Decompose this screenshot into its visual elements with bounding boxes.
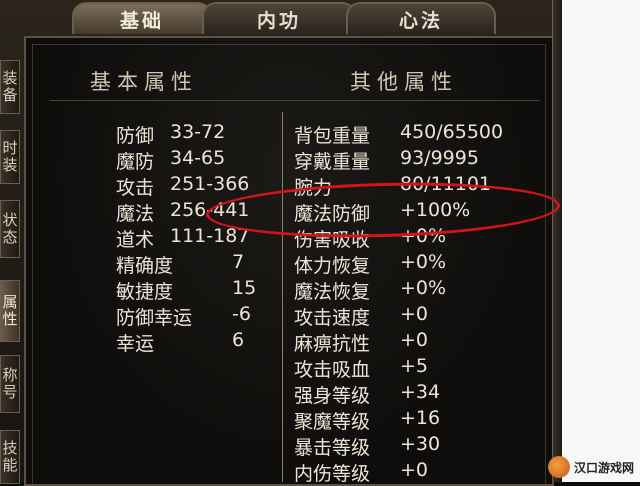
side-tab-attributes[interactable]: 属性 — [0, 280, 20, 342]
stat-name: 攻击吸血 — [294, 359, 371, 381]
stat-row: 幸运 6 — [116, 329, 244, 356]
side-tab-title[interactable]: 称号 — [0, 355, 20, 413]
stat-value: 7 — [232, 251, 245, 273]
stat-name: 背包重量 — [294, 125, 371, 147]
stat-name: 道术 — [116, 229, 155, 251]
side-tab-char: 号 — [2, 383, 18, 401]
stat-name: 精确度 — [116, 255, 174, 277]
stat-row: 敏捷度 15 — [116, 277, 256, 304]
stat-row: 聚魔等级 +16 — [294, 407, 440, 434]
side-tab-fashion[interactable]: 时装 — [0, 130, 20, 184]
stat-name: 伤害吸收 — [294, 229, 371, 251]
stat-row: 道术 111-187 — [116, 225, 249, 252]
stat-name: 聚魔等级 — [294, 411, 371, 433]
stat-value: 93/9995 — [400, 147, 479, 169]
stat-value: +0 — [400, 303, 429, 325]
other-attributes-title: 其他属性 — [350, 70, 458, 94]
stat-row: 背包重量 450/65500 — [294, 121, 503, 148]
stat-value: +5 — [400, 355, 429, 377]
side-tab-char: 装 — [2, 69, 18, 87]
side-tab-char: 性 — [2, 310, 18, 328]
stat-value: 450/65500 — [400, 121, 504, 143]
stat-row: 魔法恢复 +0% — [294, 277, 446, 304]
stat-row: 腕力 80/11101 — [294, 173, 491, 200]
stat-row: 攻击 251-366 — [116, 173, 249, 200]
tab-mind-method[interactable]: 心法 — [346, 2, 496, 34]
stat-value: +0% — [400, 251, 447, 273]
stat-value: +100% — [400, 199, 471, 221]
side-tab-skills[interactable]: 技能 — [0, 430, 20, 484]
stat-row: 攻击吸血 +5 — [294, 355, 428, 382]
stat-row: 体力恢复 +0% — [294, 251, 446, 278]
stat-value: +30 — [400, 433, 441, 455]
column-divider — [282, 112, 283, 482]
side-tab-char: 状 — [2, 211, 18, 229]
stat-value: 33-72 — [170, 121, 226, 143]
side-tab-equipment[interactable]: 装备 — [0, 60, 20, 114]
stat-row: 穿戴重量 93/9995 — [294, 147, 479, 174]
stat-name: 体力恢复 — [294, 255, 371, 277]
stat-value: 111-187 — [170, 225, 250, 247]
side-tab-char: 技 — [2, 439, 18, 457]
header-divider — [50, 100, 540, 101]
stat-row: 麻痹抗性 +0 — [294, 329, 428, 356]
stat-name: 麻痹抗性 — [294, 333, 371, 355]
stat-row: 魔防 34-65 — [116, 147, 225, 174]
stat-row: 暴击等级 +30 — [294, 433, 440, 460]
stat-row: 防御幸运 -6 — [116, 303, 251, 330]
stat-value: +16 — [400, 407, 441, 429]
stat-value: 15 — [232, 277, 257, 299]
tab-internal-skill[interactable]: 内功 — [202, 2, 356, 34]
stat-name: 腕力 — [294, 177, 333, 199]
stat-name: 魔法恢复 — [294, 281, 371, 303]
stat-name: 幸运 — [116, 333, 155, 355]
stat-row: 魔法 256-441 — [116, 199, 249, 226]
side-tab-char: 时 — [2, 139, 18, 157]
stat-value: +0 — [400, 459, 429, 481]
stat-name: 敏捷度 — [116, 281, 174, 303]
side-tab-char: 装 — [2, 156, 18, 174]
stat-name: 暴击等级 — [294, 437, 371, 459]
stat-row: 强身等级 +34 — [294, 381, 440, 408]
side-tab-char: 态 — [2, 228, 18, 246]
stat-name: 魔法防御 — [294, 203, 371, 225]
stat-value: 6 — [232, 329, 245, 351]
top-tab-bar: 基础 内功 心法 — [50, 0, 550, 36]
side-tab-status[interactable]: 状态 — [0, 200, 20, 258]
stat-name: 穿戴重量 — [294, 151, 371, 173]
stat-name: 防御幸运 — [116, 307, 193, 329]
stat-value: +0% — [400, 225, 447, 247]
stat-value: 256-441 — [170, 199, 250, 221]
stat-row: 魔法防御 +100% — [294, 199, 470, 226]
stat-row: 攻击速度 +0 — [294, 303, 428, 330]
stat-value: 80/11101 — [400, 173, 492, 195]
tab-basic[interactable]: 基础 — [72, 2, 212, 34]
watermark-text: 汉口游戏网 — [573, 460, 634, 475]
stat-value: +34 — [400, 381, 441, 403]
basic-attributes-title: 基本属性 — [90, 70, 198, 94]
page-background — [562, 0, 640, 482]
side-tab-char: 能 — [2, 456, 18, 474]
side-tab-char: 称 — [2, 366, 18, 384]
stat-row: 精确度 7 — [116, 251, 244, 278]
stat-name: 攻击 — [116, 177, 155, 199]
stat-value: -6 — [232, 303, 251, 325]
stat-row: 防御 33-72 — [116, 121, 225, 148]
attribute-panel — [24, 36, 554, 486]
stat-name: 魔法 — [116, 203, 155, 225]
stat-value: 251-366 — [170, 173, 250, 195]
stat-name: 强身等级 — [294, 385, 371, 407]
stat-row: 伤害吸收 +0% — [294, 225, 446, 252]
stat-name: 防御 — [116, 125, 155, 147]
side-tab-bar: 装备 时装 状态 属性 称号 技能 — [0, 60, 20, 484]
stat-value: +0 — [400, 329, 429, 351]
side-tab-char: 备 — [2, 86, 18, 104]
stat-name: 魔防 — [116, 151, 155, 173]
side-tab-char: 属 — [2, 293, 18, 311]
stat-value: +0% — [400, 277, 447, 299]
site-watermark: 汉口游戏网 — [547, 456, 634, 478]
stat-value: 34-65 — [170, 147, 226, 169]
watermark-logo-icon — [547, 456, 570, 478]
stat-name: 攻击速度 — [294, 307, 371, 329]
